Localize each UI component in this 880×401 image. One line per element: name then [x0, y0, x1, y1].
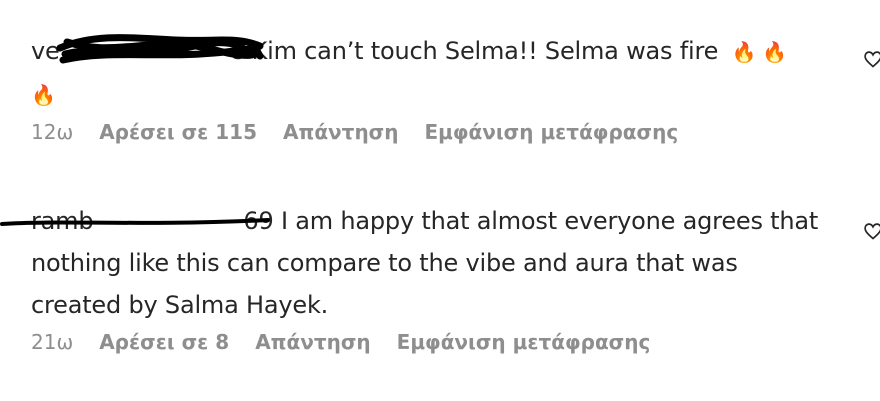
- reply-button[interactable]: Απάντηση: [255, 330, 370, 354]
- comment-timestamp: 12ω: [31, 120, 74, 144]
- comment-text: 69 I am happy that almost everyone agree…: [31, 207, 819, 319]
- show-translation-button[interactable]: Εμφάνιση μετάφρασης: [425, 120, 679, 144]
- show-translation-button[interactable]: Εμφάνιση μετάφρασης: [397, 330, 651, 354]
- reply-button[interactable]: Απάντηση: [283, 120, 398, 144]
- comment-likes-count[interactable]: Αρέσει σε 8: [99, 330, 229, 354]
- like-heart-icon[interactable]: [863, 220, 880, 242]
- comment-likes-count[interactable]: Αρέσει σε 115: [99, 120, 257, 144]
- comment-item: ramb 69 I am happy that almost everyone a…: [31, 200, 831, 354]
- fire-emoji-icon: 🔥: [762, 40, 788, 64]
- fire-emoji-icon: 🔥: [31, 83, 56, 107]
- like-heart-icon[interactable]: [863, 48, 880, 70]
- fire-emoji-icon: 🔥: [731, 40, 757, 64]
- comment-timestamp: 21ω: [31, 330, 74, 354]
- comment-username[interactable]: ve: [31, 37, 60, 65]
- comment-item: ve e Kim can’t touch Selma!! Selma was fi…: [31, 30, 831, 144]
- comment-text: e Kim can’t touch Selma!! Selma was fire: [229, 37, 719, 65]
- comment-body: ramb 69 I am happy that almost everyone a…: [31, 200, 831, 326]
- comment-meta: 21ω Αρέσει σε 8 Απάντηση Εμφάνιση μετάφρ…: [31, 330, 650, 354]
- comment-body: ve e Kim can’t touch Selma!! Selma was fi…: [31, 30, 831, 116]
- comment-meta: 12ω Αρέσει σε 115 Απάντηση Εμφάνιση μετά…: [31, 120, 678, 144]
- comment-username[interactable]: ramb: [31, 207, 94, 235]
